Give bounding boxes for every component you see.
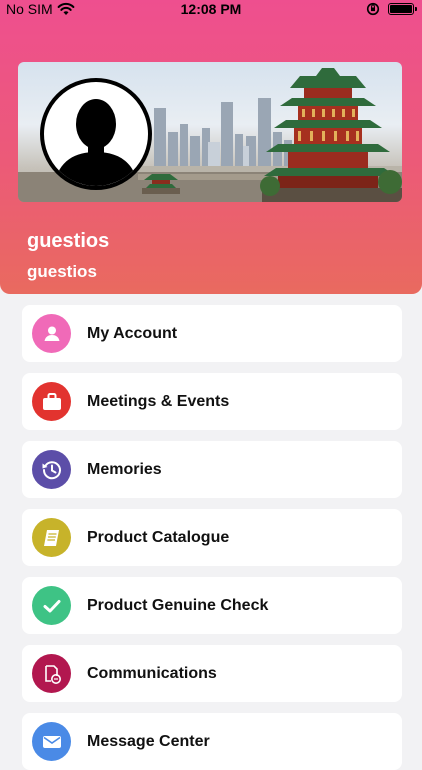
orientation-lock-icon <box>366 2 380 16</box>
profile-header: No SIM 12:08 PM guestios guestios <box>0 0 422 294</box>
menu-item-meetings-events[interactable]: Meetings & Events <box>22 373 402 430</box>
person-silhouette-icon <box>54 99 138 186</box>
menu-item-product-catalogue[interactable]: Product Catalogue <box>22 509 402 566</box>
menu-item-product-genuine-check[interactable]: Product Genuine Check <box>22 577 402 634</box>
menu-item-memories[interactable]: Memories <box>22 441 402 498</box>
menu-item-message-center[interactable]: Message Center <box>22 713 402 770</box>
menu-item-label: Product Catalogue <box>87 529 230 546</box>
menu-item-my-account[interactable]: My Account <box>22 305 402 362</box>
profile-username: guestios <box>27 262 97 281</box>
menu-item-label: Meetings & Events <box>87 393 230 410</box>
avatar[interactable] <box>40 78 152 190</box>
book-icon <box>32 518 71 557</box>
status-bar: No SIM 12:08 PM <box>0 0 422 20</box>
menu-item-label: My Account <box>87 325 178 342</box>
profile-name: guestios <box>27 230 110 252</box>
document-chat-icon <box>32 654 71 693</box>
menu-item-communications[interactable]: Communications <box>22 645 402 702</box>
menu-item-label: Message Center <box>87 733 210 750</box>
battery-icon <box>388 3 417 15</box>
person-icon <box>32 314 71 353</box>
checkmark-icon <box>32 586 71 625</box>
menu-item-label: Communications <box>87 665 217 682</box>
cover-photo <box>18 62 402 202</box>
menu-item-label: Product Genuine Check <box>87 597 269 614</box>
history-icon <box>32 450 71 489</box>
briefcase-icon <box>32 382 71 421</box>
clock: 12:08 PM <box>180 1 242 17</box>
envelope-icon <box>32 722 71 761</box>
menu-item-label: Memories <box>87 461 162 478</box>
